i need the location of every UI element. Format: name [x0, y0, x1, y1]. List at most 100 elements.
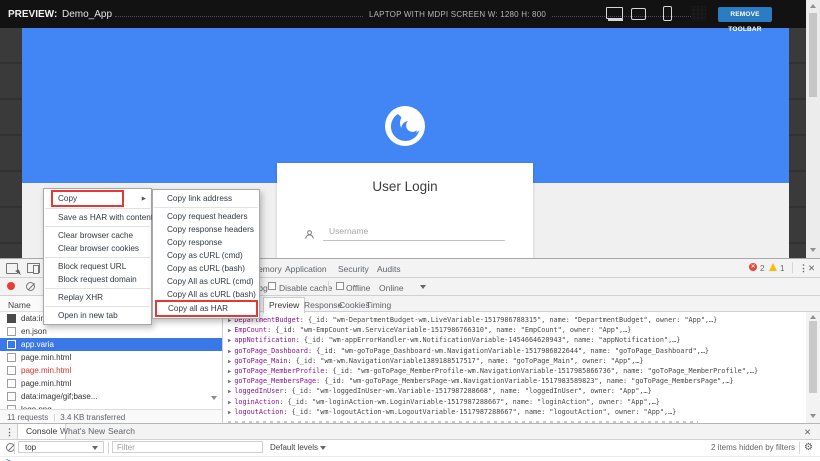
scroll-down-icon[interactable] [810, 248, 816, 252]
highlighted-label: Copy all as HAR [155, 300, 258, 317]
menu-item-copy-as-curl-bash[interactable]: Copy as cURL (bash) [153, 262, 259, 275]
network-request-row[interactable]: page.min.html [0, 364, 222, 377]
network-request-row[interactable]: en.json [0, 325, 222, 338]
file-file-icon [7, 392, 16, 401]
scrollbar-thumb[interactable] [809, 321, 817, 393]
tablet-icon[interactable] [631, 8, 646, 20]
requests-count: 11 requests [7, 413, 48, 422]
file-file-icon [7, 379, 16, 388]
expand-arrow-icon[interactable]: ▶ [228, 369, 231, 375]
console-close-icon[interactable]: ✕ [804, 427, 811, 438]
image-file-icon [7, 314, 16, 323]
preview-json-line[interactable]: ▶loggedInUser: {_id: "wm-loggedInUser-wm… [228, 386, 803, 396]
preview-panel-scrollbar[interactable] [806, 312, 820, 424]
menu-item-clear-browser-cookies[interactable]: Clear browser cookies [44, 242, 151, 255]
console-tab-search[interactable]: Search [100, 424, 143, 438]
preview-json-line[interactable]: ▶goToPage_MembersPage: {_id: "wm-goToPag… [228, 376, 803, 386]
scroll-up-icon[interactable] [810, 315, 816, 319]
error-icon[interactable]: ✕ [749, 263, 757, 271]
gear-icon[interactable]: ⚙ [804, 442, 813, 453]
laptop-icon-base [608, 19, 623, 21]
request-name: page.min.html [21, 366, 71, 375]
scroll-down-icon[interactable] [810, 414, 816, 418]
warning-icon[interactable] [769, 263, 777, 271]
menu-item-block-request-url[interactable]: Block request URL [44, 260, 151, 273]
disable-cache-checkbox[interactable] [268, 282, 276, 290]
record-icon[interactable] [7, 282, 15, 290]
screen: PREVIEW: Demo_App LAPTOP WITH MDPI SCREE… [0, 0, 820, 461]
expand-arrow-icon[interactable]: ▶ [228, 389, 231, 395]
menu-item-clear-browser-cache[interactable]: Clear browser cache [44, 229, 151, 242]
detail-tab-timing[interactable]: Timing [366, 300, 391, 310]
highlighted-label: Copy [51, 190, 124, 207]
preview-json-line[interactable]: ▶goToPage_Main: {_id: "wm-wm.NavigationV… [228, 356, 803, 366]
device-toolbar-icon[interactable] [27, 263, 40, 273]
expand-arrow-icon[interactable]: ▶ [228, 410, 231, 416]
laptop-icon[interactable] [606, 7, 623, 19]
preview-label: PREVIEW: [8, 9, 57, 20]
error-count[interactable]: 2 [760, 264, 764, 273]
throttling-select[interactable]: Online [379, 283, 404, 293]
expand-arrow-icon[interactable]: ▶ [228, 379, 231, 385]
network-request-row[interactable]: page.min.html [0, 377, 222, 390]
network-request-row[interactable]: app.varia [0, 338, 222, 351]
preview-json-line[interactable]: ▶goToPage_MemberProfile: {_id: "wm-goToP… [228, 366, 803, 376]
remove-toolbar-button[interactable]: REMOVE TOOLBAR [718, 7, 772, 22]
devtools-tab-audits[interactable]: Audits [377, 264, 401, 274]
devtools-tab-application[interactable]: Application [285, 264, 327, 274]
detail-tab-preview[interactable]: Preview [263, 297, 305, 313]
menu-item-copy-response-headers[interactable]: Copy response headers [153, 223, 259, 236]
disable-cache-label[interactable]: Disable cache [279, 283, 332, 293]
file-list-scroll-down-icon[interactable] [211, 396, 217, 400]
kebab-menu-icon[interactable]: ⋮ [799, 263, 808, 274]
console-prompt-icon[interactable]: > [6, 457, 11, 461]
offline-checkbox[interactable] [336, 282, 344, 290]
phone-icon[interactable] [663, 6, 672, 21]
menu-item-copy-all-as-curl-cmd[interactable]: Copy All as cURL (cmd) [153, 275, 259, 288]
qr-code-icon[interactable] [691, 6, 706, 21]
username-input[interactable]: Username [329, 226, 368, 236]
preview-json-line[interactable]: ▶goToPage_Dashboard: {_id: "wm-goToPage_… [228, 346, 803, 356]
expand-arrow-icon[interactable]: ▶ [228, 349, 231, 355]
warning-count[interactable]: 1 [780, 264, 784, 273]
menu-item-replay-xhr[interactable]: Replay XHR [44, 291, 151, 304]
preview-json-line[interactable]: ▶appNotification: {_id: "wm-appErrorHand… [228, 335, 803, 345]
menu-item-copy-response[interactable]: Copy response [153, 236, 259, 249]
scrollbar-thumb[interactable] [809, 13, 817, 97]
menu-item-copy-as-curl-cmd[interactable]: Copy as cURL (cmd) [153, 249, 259, 262]
network-request-row[interactable]: page.min.html [0, 351, 222, 364]
expand-arrow-icon[interactable]: ▶ [228, 328, 231, 334]
kebab-menu-icon[interactable]: ⋮ [5, 427, 14, 438]
menu-item-open-in-new-tab[interactable]: Open in new tab [44, 309, 151, 322]
inspect-element-icon[interactable] [6, 263, 18, 274]
menu-item-copy[interactable]: Copy▶ [44, 191, 151, 206]
clear-icon[interactable] [26, 282, 35, 291]
devtools-tab-security[interactable]: Security [338, 264, 369, 274]
menu-item-copy-all-as-har[interactable]: Copy all as HAR [153, 301, 259, 316]
network-request-row[interactable]: data:image/gif;base... [0, 390, 222, 403]
menu-item-block-request-domain[interactable]: Block request domain [44, 273, 151, 286]
preview-scrollbar[interactable] [806, 0, 820, 258]
detail-tab-response[interactable]: Response [304, 300, 342, 310]
expand-arrow-icon[interactable]: ▶ [228, 338, 231, 344]
json-value: : {_id: "wm-loggedInUser-wm.Variable-151… [283, 387, 651, 395]
preview-json-line[interactable]: ▶logoutAction: {_id: "wm-logoutAction-wm… [228, 407, 803, 417]
menu-item-save-as-har-with-content[interactable]: Save as HAR with content [44, 211, 151, 224]
json-key: goToPage_MembersPage [234, 377, 316, 385]
expand-arrow-icon[interactable]: ▶ [228, 359, 231, 365]
offline-label[interactable]: Offline [346, 283, 370, 293]
menu-item-copy-link-address[interactable]: Copy link address [153, 192, 259, 205]
preview-json-line[interactable]: ▶loginAction: {_id: "wm-loginAction-wm.L… [228, 397, 803, 407]
menu-item-copy-request-headers[interactable]: Copy request headers [153, 210, 259, 223]
chevron-down-icon[interactable] [420, 285, 426, 289]
divider [792, 262, 793, 273]
request-name: data:image/gif;base... [21, 392, 98, 401]
context-submenu: Copy link addressCopy request headersCop… [152, 189, 260, 319]
devtools-close-icon[interactable]: ✕ [808, 263, 815, 274]
expand-arrow-icon[interactable]: ▶ [228, 400, 231, 406]
device-info-label: LAPTOP WITH MDPI SCREEN W: 1280 H: 800 [363, 10, 552, 19]
scroll-up-icon[interactable] [810, 4, 816, 8]
preview-json-line[interactable]: ▶DepartmentBudget: {_id: "wm-DepartmentB… [228, 315, 803, 325]
json-value: : {_id: "wm-appErrorHandler-wm.Notificat… [296, 336, 681, 344]
preview-json-line[interactable]: ▶EmpCount: {_id: "wm-EmpCount-wm.Service… [228, 325, 803, 335]
